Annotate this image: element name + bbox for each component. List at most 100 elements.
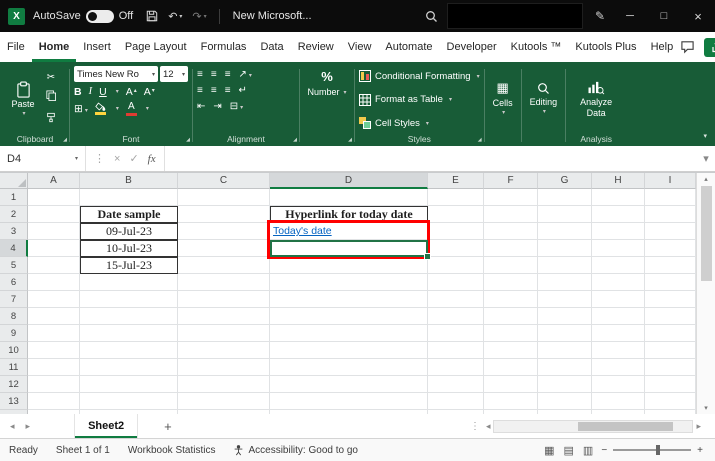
- underline-options-icon[interactable]: ▾: [116, 88, 119, 95]
- cell-D11[interactable]: [270, 359, 428, 376]
- search-button[interactable]: [420, 10, 443, 23]
- cell-I8[interactable]: [645, 308, 696, 325]
- cell-F3[interactable]: [484, 223, 538, 240]
- column-header-D[interactable]: D: [270, 173, 428, 189]
- chevron-down-icon[interactable]: ▾: [116, 105, 119, 112]
- cell-G13[interactable]: [538, 393, 592, 410]
- cell-E2[interactable]: [428, 206, 484, 223]
- cell-F14[interactable]: [484, 410, 538, 414]
- cell-E8[interactable]: [428, 308, 484, 325]
- cell-G2[interactable]: [538, 206, 592, 223]
- cell-A5[interactable]: [28, 257, 80, 274]
- cell-F11[interactable]: [484, 359, 538, 376]
- column-header-G[interactable]: G: [538, 173, 592, 189]
- cell-F4[interactable]: [484, 240, 538, 257]
- row-header-1[interactable]: 1: [0, 189, 28, 206]
- decrease-indent-button[interactable]: ⇤: [197, 101, 205, 112]
- cell-A13[interactable]: [28, 393, 80, 410]
- page-layout-view-icon[interactable]: ▤: [564, 444, 574, 457]
- cell-G11[interactable]: [538, 359, 592, 376]
- cell-H8[interactable]: [592, 308, 645, 325]
- row-header-7[interactable]: 7: [0, 291, 28, 308]
- cell-F12[interactable]: [484, 376, 538, 393]
- zoom-out-button[interactable]: −: [601, 445, 607, 456]
- row-header-2[interactable]: 2: [0, 206, 28, 223]
- cell-G6[interactable]: [538, 274, 592, 291]
- cell-A14[interactable]: [28, 410, 80, 414]
- cell-C7[interactable]: [178, 291, 270, 308]
- row-header-13[interactable]: 13: [0, 393, 28, 410]
- cell-B10[interactable]: [80, 342, 178, 359]
- cell-E1[interactable]: [428, 189, 484, 206]
- cell-E9[interactable]: [428, 325, 484, 342]
- orientation-button[interactable]: ↗▾: [239, 69, 252, 80]
- tab-splitter-icon[interactable]: ⋮: [464, 421, 486, 432]
- align-top-button[interactable]: ≡: [197, 69, 203, 80]
- row-header-9[interactable]: 9: [0, 325, 28, 342]
- cell-G3[interactable]: [538, 223, 592, 240]
- tab-developer[interactable]: Developer: [440, 32, 504, 62]
- increase-indent-button[interactable]: ⇥: [213, 101, 221, 112]
- close-button[interactable]: ×: [681, 0, 715, 32]
- cell-B11[interactable]: [80, 359, 178, 376]
- styles-dialog-launcher-icon[interactable]: ◢: [478, 137, 482, 143]
- column-header-C[interactable]: C: [178, 173, 270, 189]
- wrap-text-button[interactable]: ↵: [239, 85, 247, 96]
- font-size-combo[interactable]: 12▾: [160, 66, 188, 82]
- cell-B9[interactable]: [80, 325, 178, 342]
- cell-I14[interactable]: [645, 410, 696, 414]
- sheet-tab-sheet2[interactable]: Sheet2: [74, 414, 138, 438]
- cell-G4[interactable]: [538, 240, 592, 257]
- decrease-font-button[interactable]: A▾: [144, 86, 155, 98]
- horizontal-scroll-track[interactable]: [493, 420, 693, 433]
- horizontal-scrollbar[interactable]: ◂ ▸: [486, 420, 715, 433]
- cell-A1[interactable]: [28, 189, 80, 206]
- cell-B12[interactable]: [80, 376, 178, 393]
- cells-button[interactable]: ▦ Cells ▾: [489, 66, 517, 132]
- cell-I4[interactable]: [645, 240, 696, 257]
- autosave-control[interactable]: AutoSave Off: [33, 10, 133, 23]
- row-header-4[interactable]: 4: [0, 240, 28, 257]
- select-all-corner[interactable]: [0, 173, 28, 189]
- cell-C11[interactable]: [178, 359, 270, 376]
- cell-F8[interactable]: [484, 308, 538, 325]
- cell-I5[interactable]: [645, 257, 696, 274]
- row-header-14[interactable]: 14: [0, 410, 28, 414]
- cell-C5[interactable]: [178, 257, 270, 274]
- workbook-statistics-button[interactable]: Workbook Statistics: [119, 445, 225, 456]
- align-middle-button[interactable]: ≡: [211, 69, 217, 80]
- vertical-scrollbar[interactable]: ▴ ▾: [696, 173, 715, 414]
- cell-I7[interactable]: [645, 291, 696, 308]
- normal-view-icon[interactable]: ▦: [544, 444, 554, 457]
- cell-A2[interactable]: [28, 206, 80, 223]
- cell-C13[interactable]: [178, 393, 270, 410]
- cell-A3[interactable]: [28, 223, 80, 240]
- cell-C14[interactable]: [178, 410, 270, 414]
- zoom-slider[interactable]: [613, 449, 691, 451]
- cell-C10[interactable]: [178, 342, 270, 359]
- cell-G1[interactable]: [538, 189, 592, 206]
- cell-D1[interactable]: [270, 189, 428, 206]
- name-box[interactable]: D4 ▾: [0, 146, 86, 171]
- undo-button[interactable]: ↶▾: [163, 10, 187, 23]
- scroll-right-icon[interactable]: ▸: [696, 421, 701, 432]
- previous-sheet-icon[interactable]: ◂: [10, 421, 15, 432]
- cell-I11[interactable]: [645, 359, 696, 376]
- align-center-button[interactable]: ≡: [211, 85, 217, 96]
- tab-help[interactable]: Help: [644, 32, 681, 62]
- cell-E11[interactable]: [428, 359, 484, 376]
- row-header-5[interactable]: 5: [0, 257, 28, 274]
- cell-G14[interactable]: [538, 410, 592, 414]
- scroll-left-icon[interactable]: ◂: [486, 421, 491, 432]
- cell-D8[interactable]: [270, 308, 428, 325]
- bold-button[interactable]: B: [74, 86, 82, 98]
- cell-D2[interactable]: Hyperlink for today date: [270, 206, 428, 223]
- number-format-button[interactable]: % Number▾: [304, 66, 350, 132]
- cell-F9[interactable]: [484, 325, 538, 342]
- cell-F1[interactable]: [484, 189, 538, 206]
- row-header-11[interactable]: 11: [0, 359, 28, 376]
- row-header-6[interactable]: 6: [0, 274, 28, 291]
- expand-formula-bar-icon[interactable]: ▾: [697, 152, 715, 165]
- cell-C9[interactable]: [178, 325, 270, 342]
- tab-view[interactable]: View: [341, 32, 379, 62]
